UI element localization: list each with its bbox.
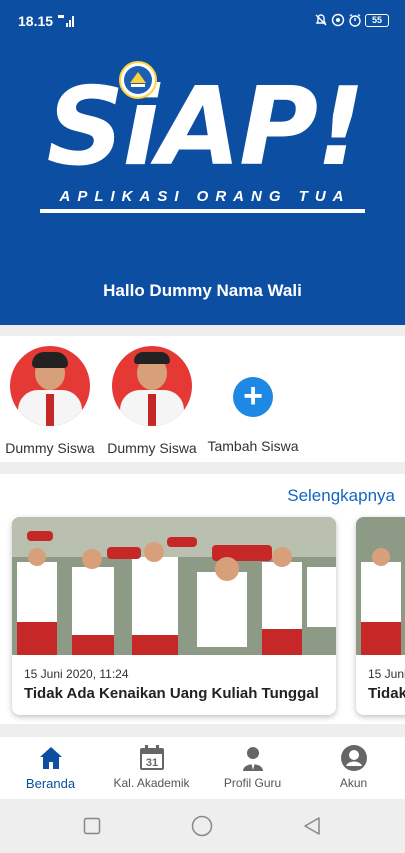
nav-label: Beranda [25, 776, 76, 791]
recents-icon[interactable] [83, 817, 101, 835]
student-card[interactable]: Dummy Siswa [0, 346, 100, 456]
news-date: 15 Juni [368, 667, 405, 681]
news-image [356, 517, 405, 655]
nav-profil-guru[interactable]: Profil Guru [202, 737, 303, 799]
greeting-text: Hallo Dummy Nama Wali [103, 281, 302, 300]
back-icon[interactable] [302, 816, 322, 836]
system-navigation-bar [0, 799, 405, 853]
bottom-navigation: Beranda 31 Kal. Akademik Profil Guru Aku… [0, 737, 405, 799]
nav-label: Kal. Akademik [113, 776, 190, 790]
news-date: 15 Juni 2020, 11:24 [24, 667, 129, 681]
plus-icon[interactable]: + [233, 377, 273, 417]
status-icons: 55 [314, 13, 389, 27]
news-card[interactable]: 15 Juni Tidak [356, 517, 405, 715]
account-icon [341, 745, 367, 771]
nav-label: Profil Guru [223, 776, 282, 790]
add-student-label: Tambah Siswa [207, 438, 299, 454]
screen: 18.15 55 SiAP! APLIKASI ORANG TUA Hallo … [0, 0, 405, 853]
alarm-icon [349, 13, 361, 27]
home-icon [40, 747, 62, 769]
bell-off-icon [315, 14, 327, 26]
nav-label: Akun [339, 776, 368, 790]
app-logo: SiAP! [46, 65, 366, 190]
calendar-day: 31 [146, 757, 158, 769]
calendar-icon: 31 [140, 745, 164, 770]
news-section: Selengkapnya 15 Juni 2020, 11:24 Tidak A… [0, 474, 405, 724]
news-title: Tidak [368, 685, 405, 702]
student-name: Dummy Siswa [107, 440, 197, 456]
header-banner: 18.15 55 SiAP! APLIKASI ORANG TUA Hallo … [0, 0, 405, 325]
data-saver-icon [331, 13, 345, 27]
nav-akun[interactable]: Akun [303, 737, 404, 799]
student-card[interactable]: Dummy Siswa [102, 346, 202, 456]
add-student-button[interactable]: + Tambah Siswa [203, 346, 303, 456]
student-name: Dummy Siswa [5, 440, 95, 456]
status-time: 18.15 [18, 13, 54, 29]
student-list: Dummy Siswa Dummy Siswa + Tambah Siswa [0, 336, 405, 462]
news-image [12, 517, 336, 655]
nav-beranda[interactable]: Beranda [0, 737, 101, 799]
app-tagline: APLIKASI ORANG TUA [59, 188, 351, 205]
see-more-link[interactable]: Selengkapnya [287, 486, 395, 506]
status-bar: 18.15 55 [0, 0, 405, 42]
nav-kal-akademik[interactable]: 31 Kal. Akademik [101, 737, 202, 799]
tut-wuri-emblem-icon [119, 61, 157, 99]
student-avatar [10, 346, 90, 426]
home-button-icon[interactable] [191, 815, 213, 837]
student-avatar [112, 346, 192, 426]
teacher-icon [243, 747, 263, 771]
signal-icon [58, 15, 74, 27]
news-title: Tidak Ada Kenaikan Uang Kuliah Tunggal [24, 685, 319, 702]
news-card[interactable]: 15 Juni 2020, 11:24 Tidak Ada Kenaikan U… [12, 517, 336, 715]
tagline-underline [40, 209, 365, 213]
battery-icon: 55 [365, 13, 389, 27]
